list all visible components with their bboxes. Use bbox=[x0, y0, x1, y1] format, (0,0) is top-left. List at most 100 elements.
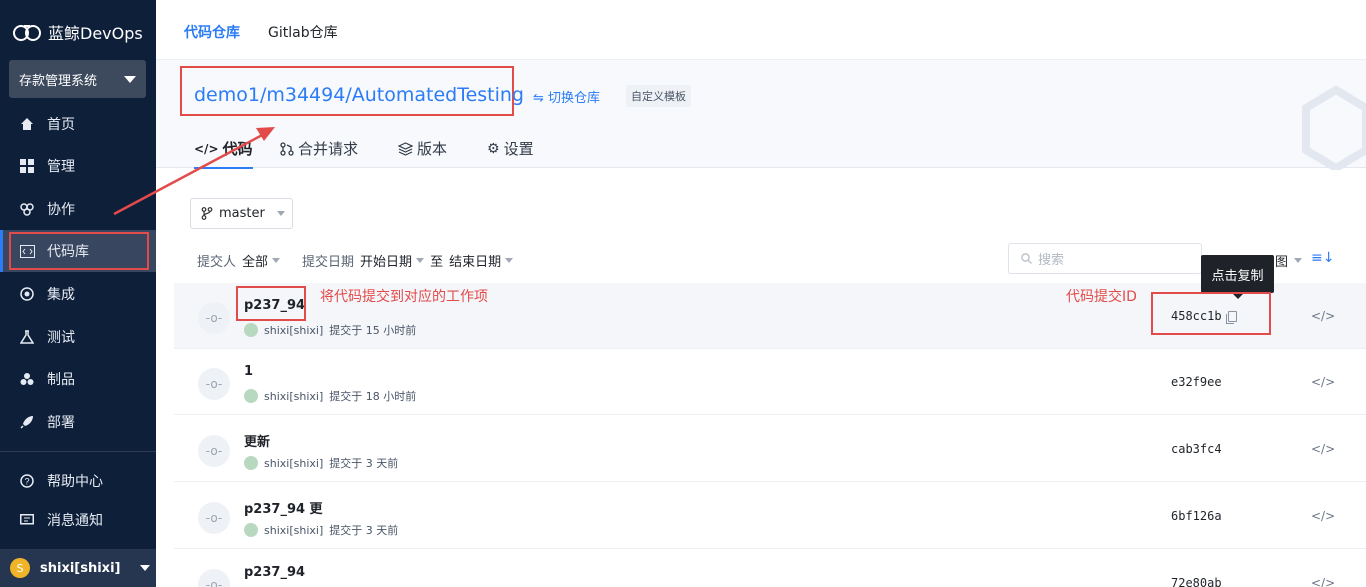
caret-down-icon bbox=[276, 211, 285, 216]
tab-merge-request[interactable]: 合并请求 bbox=[280, 138, 358, 159]
commit-sha[interactable]: cab3fc4 bbox=[1171, 442, 1222, 456]
commit-icon: -o- bbox=[198, 569, 230, 587]
commit-sha[interactable]: 72e80ab bbox=[1171, 576, 1222, 587]
hexagon-decoration-icon bbox=[1302, 85, 1366, 170]
commit-meta: shixi[shixi] 提交于 3 天前 bbox=[244, 455, 398, 471]
user-name: shixi[shixi] bbox=[40, 560, 121, 576]
commit-time: 提交于 15 小时前 bbox=[329, 324, 417, 337]
tab-gitlab-repo[interactable]: Gitlab仓库 bbox=[268, 22, 338, 42]
user-menu[interactable]: S shixi[shixi] bbox=[0, 549, 156, 587]
copy-icon[interactable] bbox=[1225, 310, 1237, 324]
commit-icon: -o- bbox=[198, 435, 230, 467]
commit-title[interactable]: p237_94 更 bbox=[244, 498, 323, 517]
sidebar-item-manage[interactable]: 管理 bbox=[0, 145, 156, 187]
commit-icon: -o- bbox=[198, 368, 230, 400]
sidebar-item-help[interactable]: ? 帮助中心 bbox=[0, 460, 156, 502]
caret-down-icon bbox=[1294, 258, 1303, 263]
tab-code-label: 代码 bbox=[222, 140, 253, 158]
browse-code-icon[interactable]: </> bbox=[1311, 576, 1335, 587]
caret-down-icon bbox=[140, 565, 151, 571]
artifact-icon bbox=[19, 371, 35, 387]
top-tab-bar: 代码仓库 Gitlab仓库 bbox=[156, 0, 1366, 64]
commit-row[interactable]: -o- p237_94 72e80ab </> bbox=[174, 550, 1366, 587]
view-mode-label: 图 bbox=[1275, 255, 1289, 270]
gear-icon: ⚙ bbox=[487, 140, 500, 157]
tab-merge-request-label: 合并请求 bbox=[298, 140, 359, 158]
sidebar-item-label: 协作 bbox=[47, 202, 75, 218]
sidebar-item-home[interactable]: 首页 bbox=[0, 103, 156, 145]
repo-path[interactable]: demo1/m34494/AutomatedTesting bbox=[194, 84, 524, 106]
grid-icon bbox=[19, 158, 35, 174]
bluking-logo-icon bbox=[13, 25, 41, 41]
switch-repo-link[interactable]: ⇋ 切换仓库 bbox=[533, 87, 600, 106]
browse-code-icon[interactable]: </> bbox=[1311, 375, 1335, 389]
commit-author: shixi[shixi] bbox=[264, 456, 324, 470]
commit-sha[interactable]: 6bf126a bbox=[1171, 509, 1222, 523]
sidebar-item-artifact[interactable]: 制品 bbox=[0, 358, 156, 400]
commit-title[interactable]: p237_94 bbox=[244, 565, 305, 580]
commit-meta: shixi[shixi] 提交于 18 小时前 bbox=[244, 388, 416, 404]
message-icon bbox=[19, 512, 35, 528]
rocket-icon bbox=[19, 414, 35, 430]
sidebar-item-label: 制品 bbox=[47, 372, 75, 388]
commit-title[interactable]: 更新 bbox=[244, 431, 270, 450]
commit-title[interactable]: 1 bbox=[244, 364, 253, 379]
caret-down-icon bbox=[272, 258, 281, 263]
commit-time: 提交于 18 小时前 bbox=[329, 390, 417, 403]
commit-title[interactable]: p237_94 bbox=[244, 298, 305, 313]
commit-sha[interactable]: e32f9ee bbox=[1171, 375, 1222, 389]
collab-icon bbox=[19, 201, 35, 217]
sidebar-item-collab[interactable]: 协作 bbox=[0, 188, 156, 230]
commit-row[interactable]: -o- 更新 shixi[shixi] 提交于 3 天前 cab3fc4 </> bbox=[174, 416, 1366, 482]
commit-author: shixi[shixi] bbox=[264, 523, 324, 537]
commit-meta: shixi[shixi] 提交于 15 小时前 bbox=[244, 322, 416, 338]
branch-select[interactable]: master bbox=[190, 198, 293, 229]
sidebar-item-integration[interactable]: 集成 bbox=[0, 273, 156, 315]
template-badge[interactable]: 自定义模板 bbox=[626, 85, 691, 107]
tab-version[interactable]: 版本 bbox=[398, 138, 447, 159]
sidebar-item-messages[interactable]: 消息通知 bbox=[0, 499, 156, 541]
sidebar-item-label: 首页 bbox=[47, 117, 75, 133]
search-placeholder: 搜索 bbox=[1038, 253, 1065, 268]
browse-code-icon[interactable]: </> bbox=[1311, 442, 1335, 456]
commit-icon: -o- bbox=[198, 302, 230, 334]
sort-icon[interactable]: ≡↓ bbox=[1311, 250, 1334, 266]
commit-sha[interactable]: 458cc1b bbox=[1171, 309, 1237, 324]
committer-filter[interactable]: 全部 bbox=[242, 251, 281, 270]
avatar: S bbox=[10, 558, 30, 578]
filter-bar: 提交人 全部 提交日期 开始日期 至 结束日期 bbox=[197, 251, 514, 270]
commit-row[interactable]: -o- p237_94 更 shixi[shixi] 提交于 3 天前 6bf1… bbox=[174, 483, 1366, 549]
app-logo[interactable]: 蓝鲸DevOps bbox=[12, 20, 143, 44]
sidebar-divider bbox=[0, 451, 156, 452]
browse-code-icon[interactable]: </> bbox=[1311, 509, 1335, 523]
start-date-filter[interactable]: 开始日期 bbox=[360, 251, 425, 270]
to-label: 至 bbox=[430, 255, 444, 270]
browse-code-icon[interactable]: </> bbox=[1311, 309, 1335, 323]
tab-code[interactable]: </> 代码 bbox=[194, 138, 253, 169]
sidebar-item-label: 代码库 bbox=[47, 244, 89, 260]
branch-name: master bbox=[219, 206, 265, 221]
repo-header: demo1/m34494/AutomatedTesting ⇋ 切换仓库 自定义… bbox=[156, 60, 1366, 170]
sidebar-item-label: 集成 bbox=[47, 287, 75, 303]
avatar bbox=[244, 389, 258, 403]
sidebar-item-repo[interactable]: 代码库 bbox=[0, 230, 156, 272]
sidebar-item-deploy[interactable]: 部署 bbox=[0, 401, 156, 443]
tab-code-repo[interactable]: 代码仓库 bbox=[184, 22, 240, 64]
search-input[interactable]: 搜索 bbox=[1008, 243, 1202, 274]
view-mode-select[interactable]: 图 bbox=[1275, 251, 1303, 270]
annotation-id-note: 代码提交ID bbox=[1066, 289, 1137, 305]
commit-meta: shixi[shixi] 提交于 3 天前 bbox=[244, 522, 398, 538]
annotation-commit-note: 将代码提交到对应的工作项 bbox=[320, 289, 488, 305]
sidebar-item-label: 消息通知 bbox=[47, 513, 103, 529]
sidebar-item-test[interactable]: 测试 bbox=[0, 316, 156, 358]
project-select[interactable]: 存款管理系统 bbox=[9, 60, 146, 98]
copy-tooltip: 点击复制 bbox=[1201, 255, 1274, 299]
commit-sha-text: 458cc1b bbox=[1171, 309, 1222, 323]
committer-label: 提交人 bbox=[197, 255, 237, 270]
commit-row[interactable]: -o- 1 shixi[shixi] 提交于 18 小时前 e32f9ee </… bbox=[174, 349, 1366, 415]
tab-settings[interactable]: ⚙ 设置 bbox=[487, 138, 534, 159]
commit-author: shixi[shixi] bbox=[264, 389, 324, 403]
end-date-filter[interactable]: 结束日期 bbox=[449, 251, 514, 270]
search-icon bbox=[1021, 253, 1032, 264]
sidebar-item-label: 帮助中心 bbox=[47, 474, 103, 490]
